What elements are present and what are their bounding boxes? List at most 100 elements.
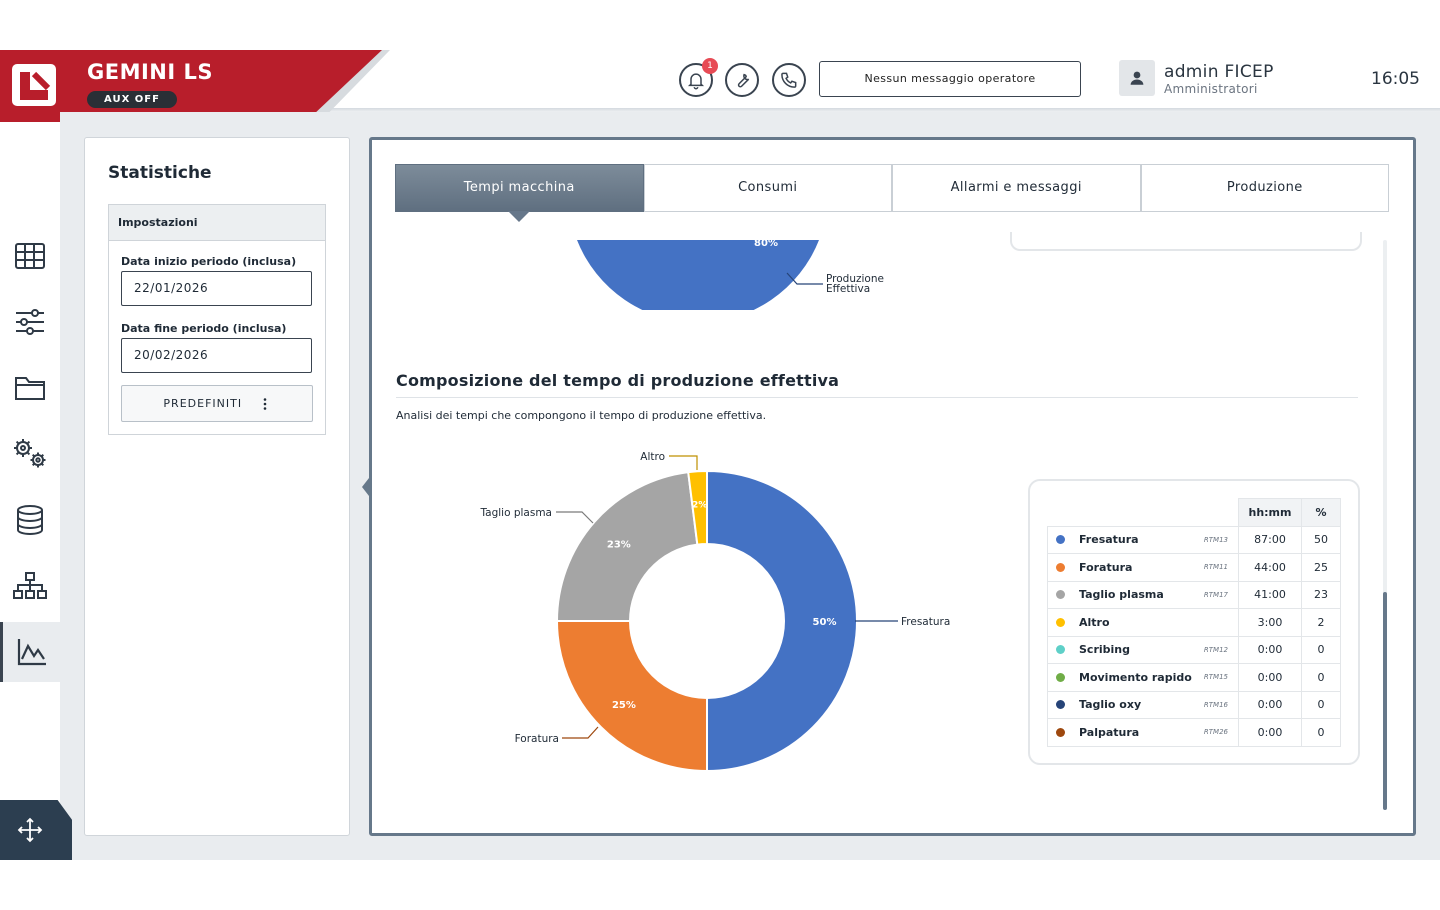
legend-item-percent: 50 [1301,525,1341,554]
legend-item-time: 44:00 [1238,553,1302,582]
start-date-label: Data inizio periodo (inclusa) [121,255,297,268]
legend-item-code: RTM12 [1203,645,1228,654]
callout-label-taglio-plasma: Taglio plasma [479,507,552,519]
tab-tempi-macchina[interactable]: Tempi macchina [395,164,644,212]
nav-item-statistics[interactable] [0,622,60,682]
settings-section-title: Impostazioni [109,205,325,241]
legend-item-name: Fresatura [1079,533,1139,547]
end-date-input[interactable]: 20/02/2026 [121,338,312,373]
gears-icon [14,439,46,468]
chart-icon [17,639,46,666]
bell-icon [687,73,705,90]
clock: 16:05 [1371,69,1420,89]
folder-icon [15,377,45,400]
tab-allarmi-messaggi[interactable]: Allarmi e messaggi [892,164,1141,212]
legend-item-percent: 0 [1301,718,1341,747]
legend-item-name: Palpatura [1079,725,1140,739]
legend-item-code: RTM26 [1203,728,1228,737]
operator-message-box[interactable]: Nessun messaggio operatore [819,61,1081,97]
active-tab-pointer [508,211,530,222]
legend-row: Foratura RTM11 44:00 25 [1047,553,1341,582]
ficep-logo-icon [12,64,56,106]
legend-header-time: hh:mm [1238,498,1302,527]
legend-color-dot [1056,700,1065,710]
legend-item-name: Scribing [1079,643,1130,657]
legend-name-cell: Scribing RTM12 [1047,635,1239,664]
slice-label-foratura: 25% [612,700,636,711]
legend-item-name: Taglio oxy [1079,698,1142,712]
legend-color-dot [1056,617,1065,627]
end-date-label: Data fine periodo (inclusa) [121,322,287,335]
legend-color-dot [1056,590,1065,600]
nav-item-parameters[interactable] [0,292,60,352]
callout-label-foratura: Foratura [515,733,559,745]
panel-title: Statistiche [108,163,212,183]
presets-button-label: PREDEFINITI [163,397,243,410]
legend-name-cell: Foratura RTM11 [1047,553,1239,582]
sliders-icon [16,309,44,335]
legend-item-code: RTM13 [1203,535,1228,544]
callout-label-fresatura: Fresatura [901,616,950,628]
tab-produzione[interactable]: Produzione [1140,164,1389,212]
legend-name-cell: Taglio oxy RTM16 [1047,690,1239,719]
legend-item-time: 0:00 [1238,635,1302,664]
machine-name: GEMINI LS [87,60,213,84]
hierarchy-icon [13,572,47,599]
legend-item-time: 87:00 [1238,525,1302,554]
user-icon [1130,71,1144,85]
callout-line-altro [669,455,698,470]
phone-icon [781,72,797,88]
legend-item-time: 0:00 [1238,663,1302,692]
legend-color-dot [1056,562,1065,572]
scrollbar-thumb[interactable] [1383,592,1387,810]
legend-item-time: 0:00 [1238,718,1302,747]
legend-header-row: hh:mm % [1047,498,1341,527]
composition-donut-chart: 50% 25% 23% 2% Fresatura Foratura Taglio… [479,451,950,773]
legend-item-percent: 0 [1301,690,1341,719]
nav-item-grid[interactable] [0,226,60,286]
aux-status-badge: AUX OFF [87,91,177,108]
previous-chart-fragment: 80% Produzione Effettiva [577,240,884,310]
user-avatar[interactable] [1119,60,1155,96]
legend-row: Altro 3:00 2 [1047,608,1341,637]
legend-item-code: RTM11 [1203,563,1228,572]
legend-row: Taglio oxy RTM16 0:00 0 [1047,690,1341,719]
legend-item-code: RTM16 [1203,700,1228,709]
call-button[interactable] [772,63,806,97]
previous-legend-card [1010,232,1362,251]
statistics-tabs: Tempi macchina Consumi Allarmi e messagg… [395,164,1389,212]
move-panel-button[interactable] [0,800,72,860]
legend-color-dot [1056,535,1065,545]
section-subtitle: Analisi dei tempi che compongono il temp… [396,409,767,422]
legend-row: Scribing RTM12 0:00 0 [1047,635,1341,664]
nav-item-files[interactable] [0,358,60,418]
legend-item-name: Movimento rapido [1079,670,1192,684]
legend-row: Taglio plasma RTM17 41:00 23 [1047,580,1341,609]
nav-item-network[interactable] [0,556,60,616]
legend-table: hh:mm % Fresatura RTM13 87:00 50 Foratura RTM… [1047,498,1341,747]
maintenance-button[interactable] [725,63,759,97]
legend-item-percent: 0 [1301,635,1341,664]
start-date-input[interactable]: 22/01/2026 [121,271,312,306]
presets-button[interactable]: PREDEFINITI [121,385,313,422]
collapse-panel-arrow[interactable] [362,478,369,496]
slice-label-fresatura: 50% [813,617,837,628]
legend-item-time: 3:00 [1238,608,1302,637]
nav-item-settings[interactable] [0,424,60,484]
legend-item-code: RTM15 [1203,673,1228,682]
legend-color-dot [1056,645,1065,655]
legend-name-cell: Fresatura RTM13 [1047,525,1239,554]
section-title: Composizione del tempo di produzione eff… [396,371,840,390]
tab-consumi[interactable]: Consumi [643,164,892,212]
user-role: Amministratori [1164,82,1258,96]
legend-item-percent: 25 [1301,553,1341,582]
legend-item-name: Foratura [1079,560,1133,574]
previous-chart-slice [577,240,819,310]
legend-item-name: Altro [1079,615,1110,629]
legend-item-time: 0:00 [1238,690,1302,719]
legend-row: Movimento rapido RTM15 0:00 0 [1047,663,1341,692]
legend-item-code: RTM17 [1203,590,1228,599]
legend-item-percent: 23 [1301,580,1341,609]
nav-item-database[interactable] [0,490,60,550]
kebab-menu-icon [263,398,266,410]
